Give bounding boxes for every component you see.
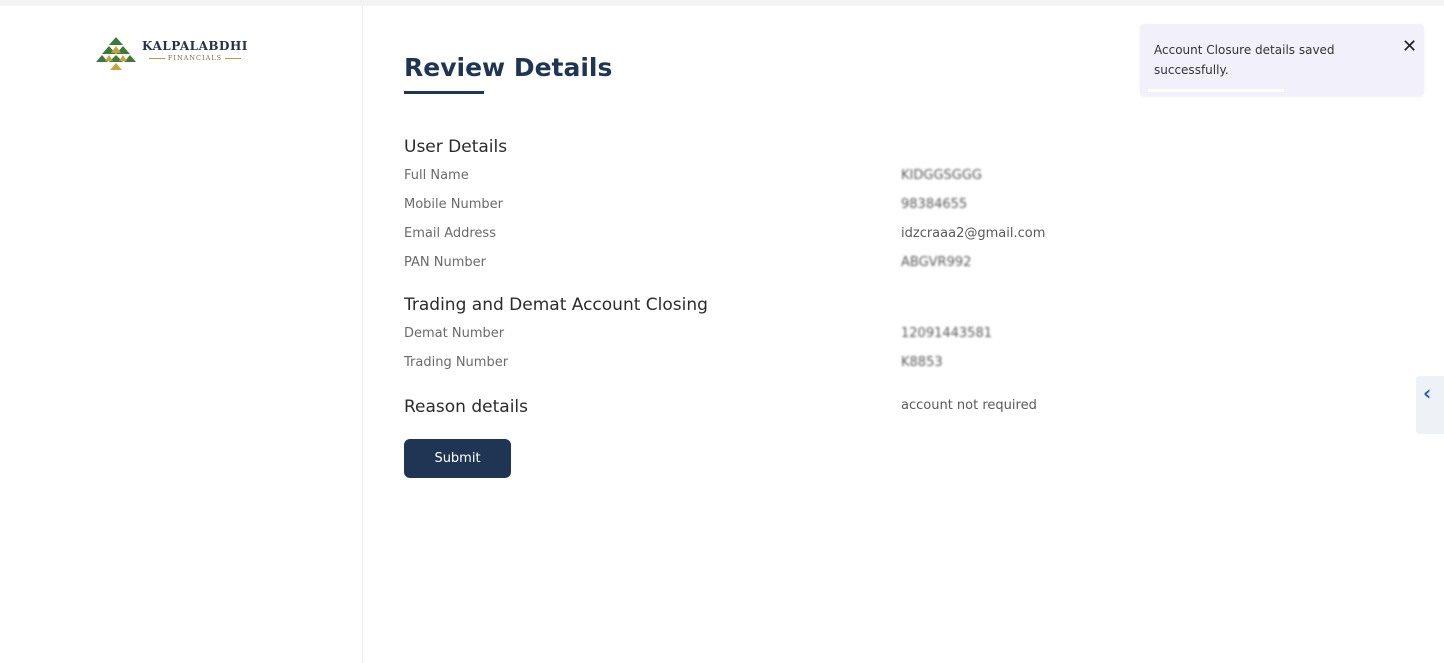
toast-message: Account Closure details saved successful… — [1154, 43, 1335, 77]
brand-name: KALPALABDHI — [142, 39, 248, 53]
reason-value: account not required — [901, 398, 1037, 413]
account-closing-heading: Trading and Demat Account Closing — [404, 295, 708, 315]
close-icon[interactable]: ✕ — [1402, 36, 1417, 57]
main-content: Review Details User Details Full Name KI… — [404, 0, 1404, 663]
pyramid-tree-logo-icon — [96, 37, 136, 70]
pan-number-label: PAN Number — [404, 255, 486, 270]
side-panel-toggle[interactable]: ‹ — [1416, 376, 1444, 434]
mobile-number-value: 98384655 — [901, 197, 968, 212]
full-name-label: Full Name — [404, 168, 469, 183]
user-details-heading: User Details — [404, 137, 508, 157]
reason-details-heading: Reason details — [404, 397, 528, 417]
chevron-left-icon: ‹ — [1423, 381, 1432, 405]
page-title: Review Details — [404, 53, 613, 82]
email-address-label: Email Address — [404, 226, 496, 241]
brand-logo[interactable]: KALPALABDHI FINANCIALS — [96, 34, 248, 74]
demat-number-label: Demat Number — [404, 326, 505, 341]
demat-number-value: 12091443581 — [901, 326, 992, 341]
trading-number-value: K8853 — [901, 355, 943, 370]
trading-number-label: Trading Number — [404, 355, 509, 370]
submit-button[interactable]: Submit — [404, 439, 511, 478]
mobile-number-label: Mobile Number — [404, 197, 503, 212]
sidebar: KALPALABDHI FINANCIALS — [0, 6, 363, 663]
pan-number-value: ABGVR992 — [901, 255, 972, 270]
email-address-value: idzcraaa2@gmail.com — [901, 226, 1046, 241]
success-toast: Account Closure details saved successful… — [1140, 24, 1424, 96]
title-underline — [404, 91, 484, 94]
toast-progress-bar — [1148, 89, 1284, 92]
brand-subtitle: FINANCIALS — [142, 54, 248, 62]
full-name-value: KIDGGSGGG — [901, 168, 982, 183]
